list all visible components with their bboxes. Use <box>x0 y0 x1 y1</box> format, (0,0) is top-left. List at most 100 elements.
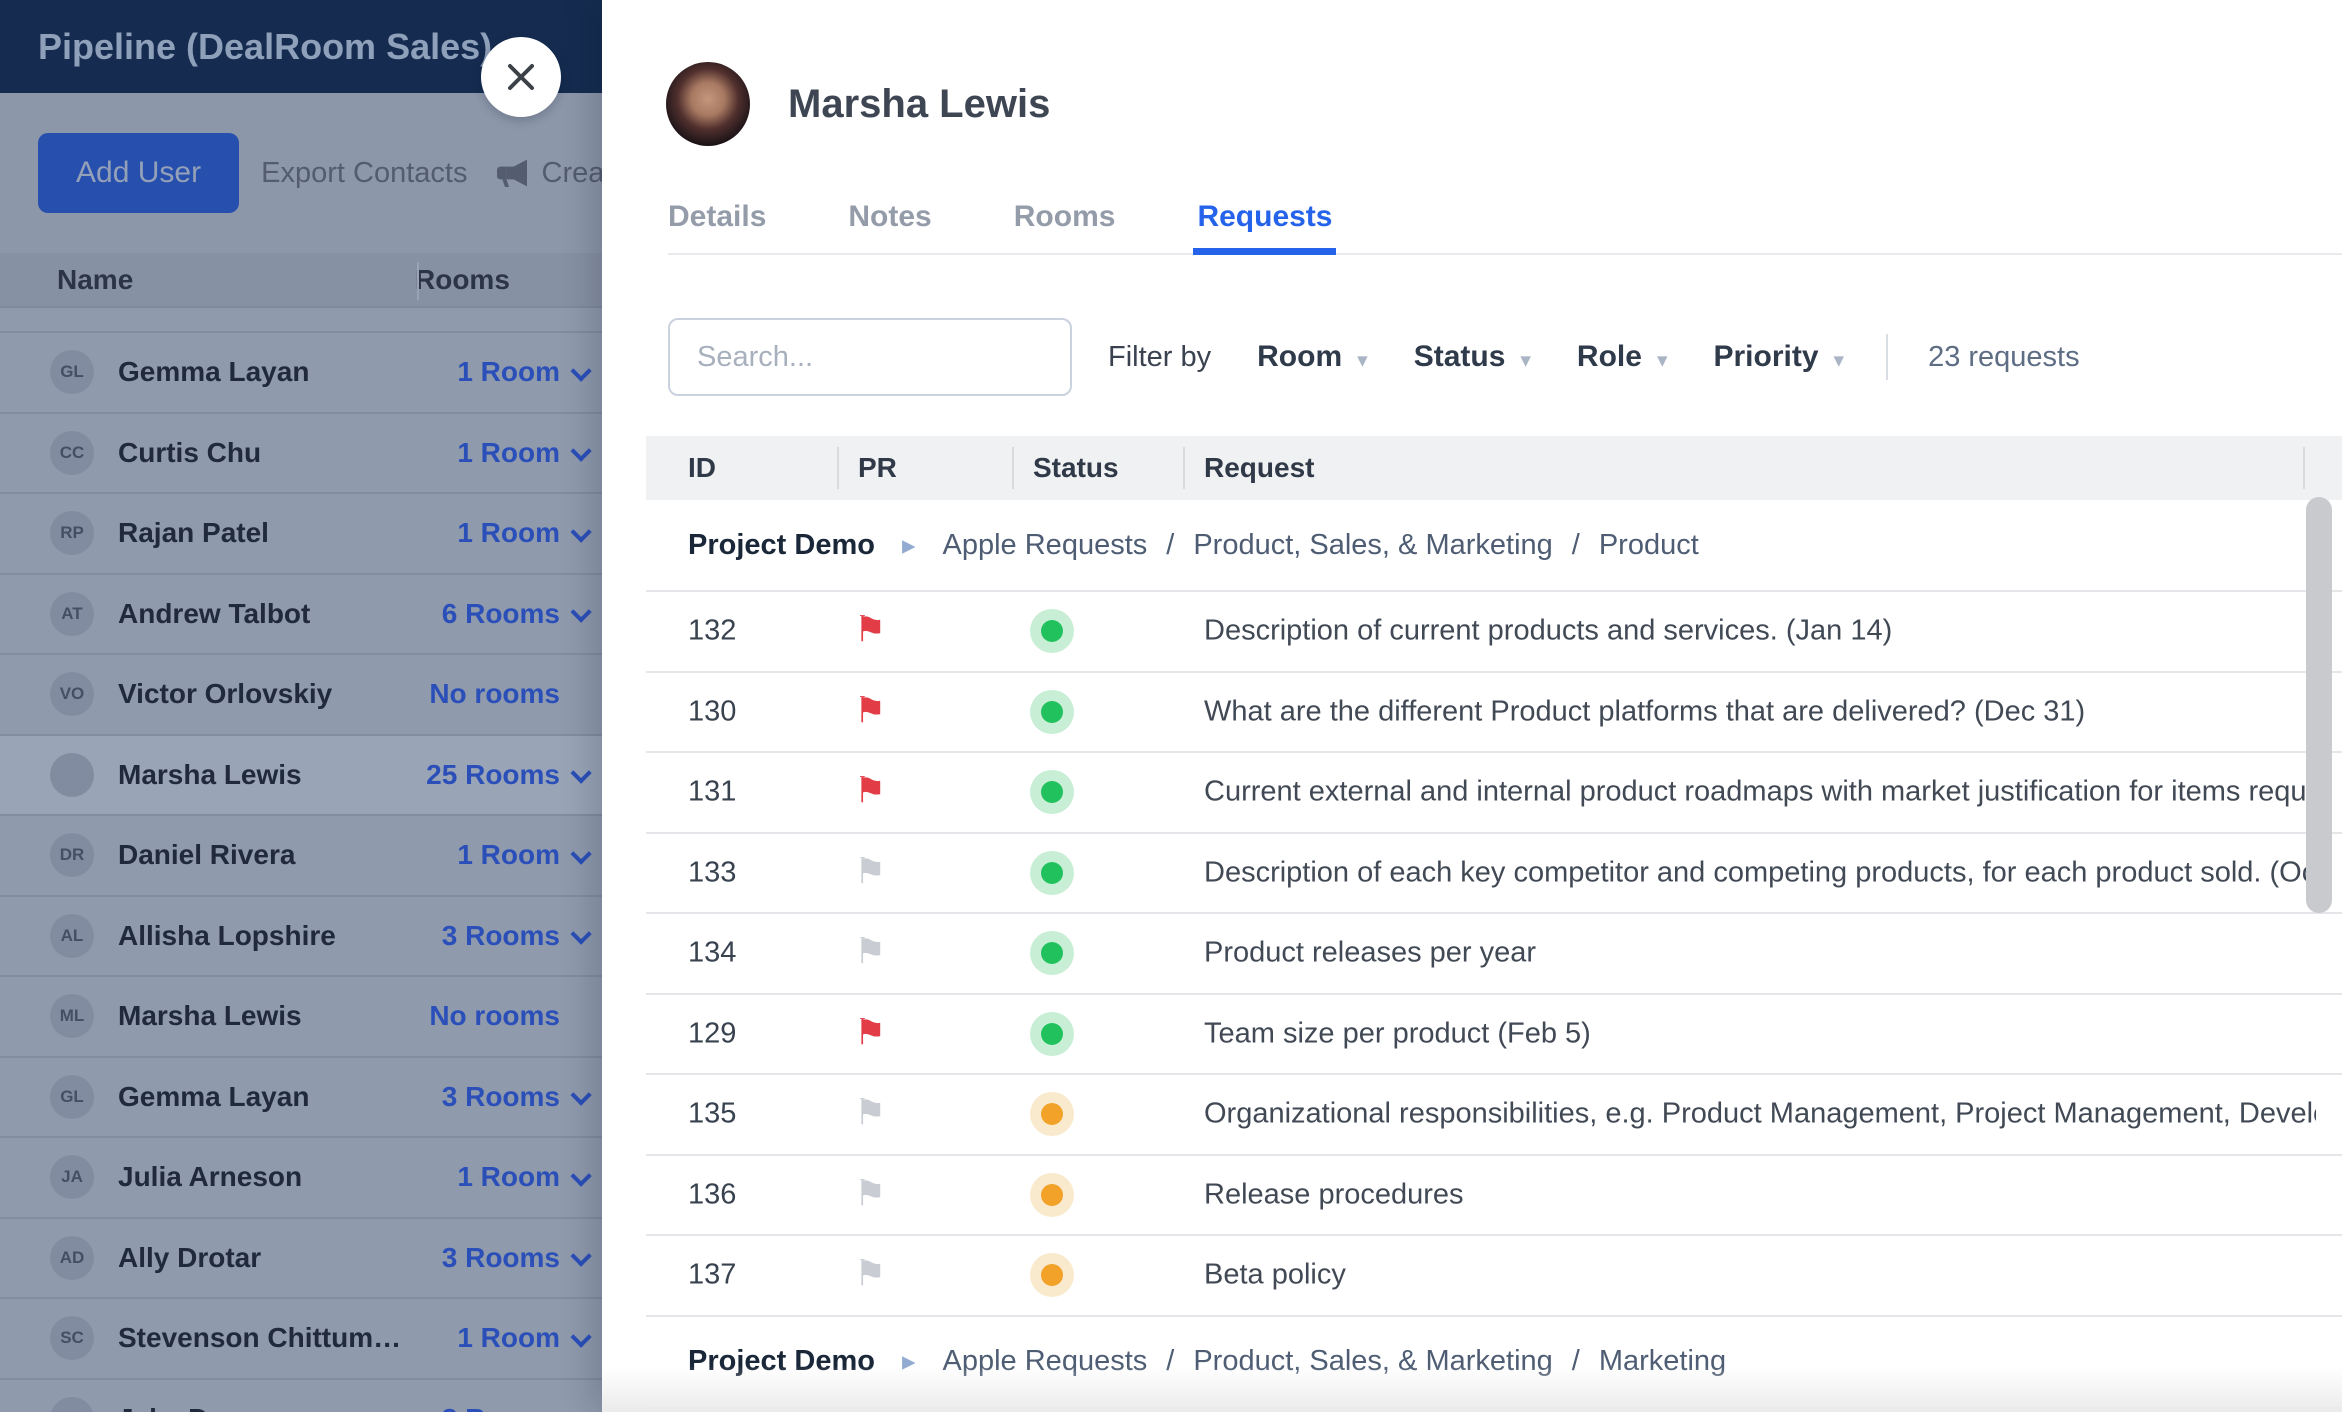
request-id: 135 <box>688 1098 736 1131</box>
tab-notes[interactable]: Notes <box>848 194 931 253</box>
contact-row[interactable]: RP Rajan Patel 1 Room <box>0 494 602 575</box>
pipeline-title: Pipeline (DealRoom Sales) <box>38 26 492 68</box>
contact-detail-modal: Marsha Lewis Details Notes Rooms Request… <box>602 0 2342 1412</box>
contact-row[interactable]: GL Gemma Layan 3 Rooms <box>0 1058 602 1139</box>
breadcrumb-item[interactable]: Product, Sales, & Marketing <box>1193 1345 1552 1378</box>
request-text: Team size per product (Feb 5) <box>1204 1017 2316 1050</box>
priority-flag-icon[interactable]: ⚑ <box>854 773 886 809</box>
priority-flag-icon[interactable]: ⚑ <box>854 853 886 889</box>
breadcrumb: Project Demo ▸ Apple Requests / Product,… <box>646 1317 2342 1409</box>
chevron-down-icon <box>570 1326 591 1347</box>
vertical-scrollbar[interactable] <box>2306 497 2332 913</box>
rooms-label[interactable]: No rooms <box>429 678 590 710</box>
breadcrumb-item[interactable]: Apple Requests <box>943 1345 1148 1378</box>
request-row[interactable]: 131 ⚑ Current external and internal prod… <box>646 753 2342 834</box>
contact-row[interactable]: ML Marsha Lewis No rooms <box>0 977 602 1058</box>
request-id: 134 <box>688 937 736 970</box>
breadcrumb-item[interactable]: Marketing <box>1599 1345 1726 1378</box>
contact-row[interactable]: VO Victor Orlovskiy No rooms <box>0 655 602 736</box>
column-status: Status <box>1033 436 1119 500</box>
add-user-button[interactable]: Add User <box>38 133 239 213</box>
contact-row[interactable]: AD Ally Drotar 3 Rooms <box>0 1219 602 1300</box>
priority-flag-icon[interactable]: ⚑ <box>854 934 886 970</box>
contact-row[interactable]: Jake Downey 3 Rooms <box>0 1380 602 1412</box>
avatar: AL <box>50 914 94 958</box>
contact-row[interactable]: AT Andrew Talbot 6 Rooms <box>0 575 602 656</box>
filter-status[interactable]: Status▾ <box>1414 340 1531 374</box>
request-row[interactable]: 129 ⚑ Team size per product (Feb 5) <box>646 995 2342 1076</box>
rooms-dropdown[interactable]: 3 Rooms <box>442 920 590 952</box>
avatar-photo <box>50 1397 94 1412</box>
close-button[interactable] <box>481 37 561 117</box>
filter-room[interactable]: Room▾ <box>1257 340 1368 374</box>
status-dot <box>1030 1012 1074 1056</box>
column-divider <box>417 262 419 300</box>
rooms-dropdown[interactable]: 1 Room <box>457 356 590 388</box>
filter-priority[interactable]: Priority▾ <box>1713 340 1844 374</box>
rooms-dropdown[interactable]: 3 Rooms <box>442 1403 590 1412</box>
request-text: Product releases per year <box>1204 937 2316 970</box>
rooms-dropdown[interactable]: 1 Room <box>457 1161 590 1193</box>
chevron-down-icon <box>570 521 591 542</box>
rooms-dropdown[interactable]: 1 Room <box>457 437 590 469</box>
column-rooms: Rooms <box>415 264 510 296</box>
request-row[interactable]: 137 ⚑ Beta policy <box>646 1236 2342 1317</box>
tab-requests[interactable]: Requests <box>1197 194 1332 253</box>
request-row[interactable]: 133 ⚑ Description of each key competitor… <box>646 834 2342 915</box>
rooms-dropdown[interactable]: 1 Room <box>457 839 590 871</box>
breadcrumb-root[interactable]: Project Demo <box>688 1345 875 1378</box>
breadcrumb-item[interactable]: Product, Sales, & Marketing <box>1193 529 1552 562</box>
rooms-dropdown[interactable]: 1 Room <box>457 517 590 549</box>
request-row[interactable]: 132 ⚑ Description of current products an… <box>646 592 2342 673</box>
contact-row[interactable]: GL Gemma Layan 1 Room <box>0 333 602 414</box>
breadcrumb-item[interactable]: Apple Requests <box>943 529 1148 562</box>
caret-down-icon: ▾ <box>1834 348 1845 373</box>
breadcrumb-item[interactable]: Product <box>1599 529 1699 562</box>
request-row[interactable]: 134 ⚑ Product releases per year <box>646 914 2342 995</box>
create-announcement-button[interactable]: Crea <box>542 157 603 190</box>
contact-row[interactable]: SC Stevenson Chittum… 1 Room <box>0 1299 602 1380</box>
request-row[interactable]: 136 ⚑ Release procedures <box>646 1156 2342 1237</box>
profile-tabs: Details Notes Rooms Requests <box>668 194 2342 255</box>
priority-flag-icon[interactable]: ⚑ <box>854 1256 886 1292</box>
contact-row[interactable]: CC Curtis Chu 1 Room <box>0 414 602 495</box>
contact-row-selected[interactable]: Marsha Lewis 25 Rooms <box>0 736 602 817</box>
column-pr: PR <box>858 436 897 500</box>
chevron-down-icon <box>570 1085 591 1106</box>
request-row[interactable]: 135 ⚑ Organizational responsibilities, e… <box>646 1075 2342 1156</box>
request-text: Release procedures <box>1204 1178 2316 1211</box>
column-divider <box>1183 447 1185 489</box>
tab-details[interactable]: Details <box>668 194 766 253</box>
caret-down-icon: ▾ <box>1657 348 1668 373</box>
breadcrumb-root[interactable]: Project Demo <box>688 529 875 562</box>
status-dot <box>1030 931 1074 975</box>
priority-flag-icon[interactable]: ⚑ <box>854 692 886 728</box>
status-dot <box>1030 609 1074 653</box>
partial-row <box>0 308 602 333</box>
tab-rooms[interactable]: Rooms <box>1014 194 1116 253</box>
priority-flag-icon[interactable]: ⚑ <box>854 1095 886 1131</box>
filter-role[interactable]: Role▾ <box>1577 340 1668 374</box>
contact-row[interactable]: JA Julia Arneson 1 Room <box>0 1138 602 1219</box>
rooms-label[interactable]: No rooms <box>429 1000 590 1032</box>
request-id: 129 <box>688 1017 736 1050</box>
contact-row[interactable]: AL Allisha Lopshire 3 Rooms <box>0 897 602 978</box>
search-input[interactable] <box>668 318 1072 396</box>
priority-flag-icon[interactable]: ⚑ <box>854 612 886 648</box>
rooms-dropdown[interactable]: 6 Rooms <box>442 598 590 630</box>
priority-flag-icon[interactable]: ⚑ <box>854 1014 886 1050</box>
export-contacts-button[interactable]: Export Contacts <box>261 157 467 190</box>
rooms-dropdown[interactable]: 3 Rooms <box>442 1081 590 1113</box>
pipeline-panel: Pipeline (DealRoom Sales) Add User Expor… <box>0 0 602 1412</box>
rooms-dropdown[interactable]: 3 Rooms <box>442 1242 590 1274</box>
chevron-down-icon <box>570 1407 591 1412</box>
request-row[interactable]: 130 ⚑ What are the different Product pla… <box>646 673 2342 754</box>
rooms-dropdown[interactable]: 25 Rooms <box>426 759 590 791</box>
request-text: Description of current products and serv… <box>1204 615 2316 648</box>
rooms-dropdown[interactable]: 1 Room <box>457 1322 590 1354</box>
requests-table-body: Project Demo ▸ Apple Requests / Product,… <box>646 500 2342 1409</box>
contact-row[interactable]: DR Daniel Rivera 1 Room <box>0 816 602 897</box>
priority-flag-icon[interactable]: ⚑ <box>854 1175 886 1211</box>
breadcrumb: Project Demo ▸ Apple Requests / Product,… <box>646 500 2342 592</box>
chevron-down-icon <box>570 924 591 945</box>
